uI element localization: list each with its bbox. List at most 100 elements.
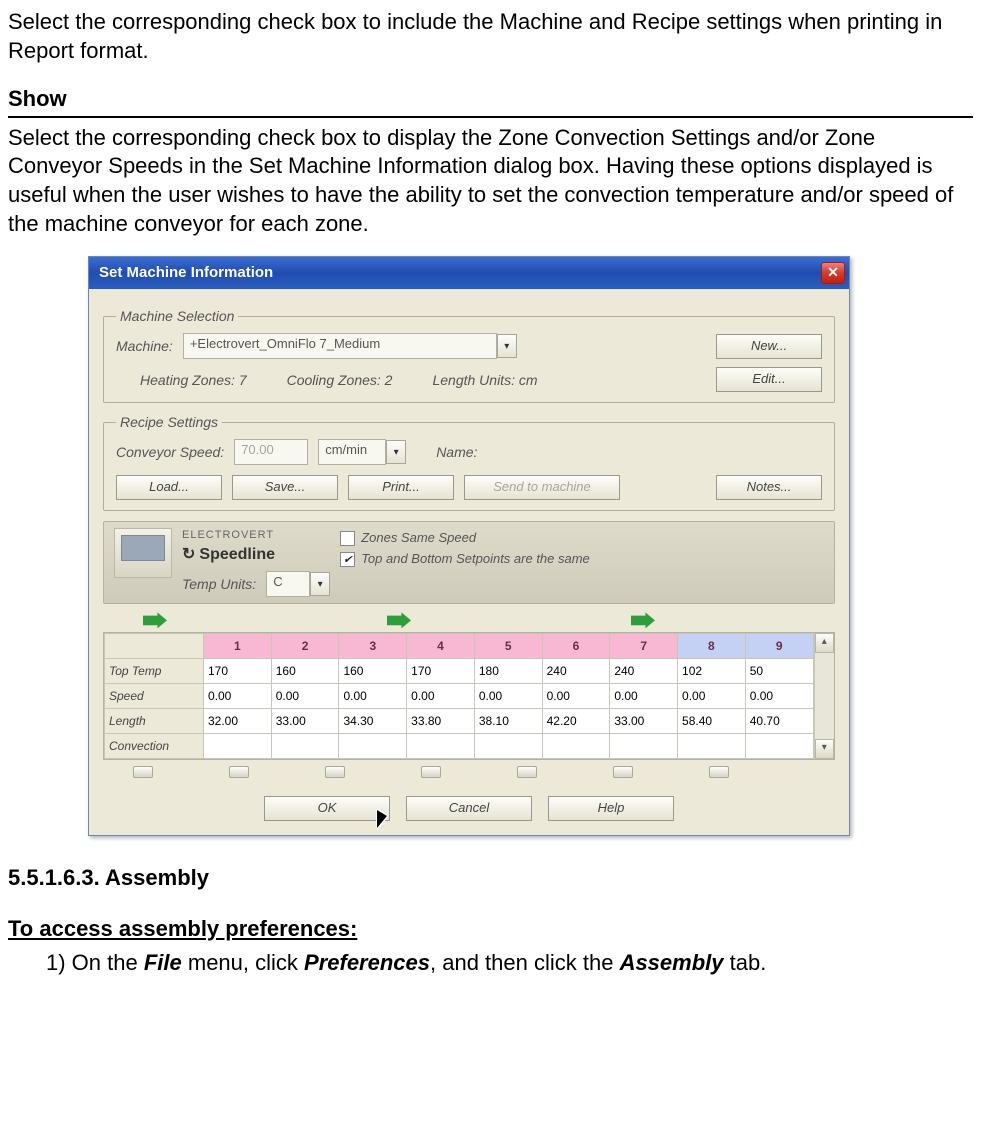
table-cell[interactable] — [204, 734, 272, 759]
checkbox-icon[interactable] — [340, 531, 355, 546]
slider-knob[interactable] — [133, 766, 153, 778]
table-row: Convection — [105, 734, 814, 759]
table-cell[interactable]: 38.10 — [474, 709, 542, 734]
col-header: 6 — [542, 634, 610, 659]
table-cell[interactable]: 170 — [407, 659, 475, 684]
table-cell[interactable] — [407, 734, 475, 759]
vertical-scrollbar[interactable]: ▴ ▾ — [814, 633, 834, 759]
table-cell[interactable]: 0.00 — [610, 684, 678, 709]
slider-knob[interactable] — [229, 766, 249, 778]
print-button[interactable]: Print... — [348, 475, 454, 500]
mouse-cursor-icon — [377, 810, 393, 830]
edit-button[interactable]: Edit... — [716, 367, 822, 392]
table-cell[interactable]: 58.40 — [678, 709, 746, 734]
access-assembly-subheading: To access assembly preferences: — [8, 915, 973, 944]
table-cell[interactable]: 0.00 — [407, 684, 475, 709]
col-header: 9 — [745, 634, 813, 659]
table-corner — [105, 634, 204, 659]
chevron-down-icon[interactable]: ▾ — [497, 334, 517, 358]
zone-slider-knobs — [103, 760, 835, 782]
notes-button[interactable]: Notes... — [716, 475, 822, 500]
conveyor-speed-input[interactable]: 70.00 — [234, 439, 308, 465]
table-cell[interactable]: 160 — [339, 659, 407, 684]
show-paragraph: Select the corresponding check box to di… — [8, 124, 973, 238]
dialog-title: Set Machine Information — [99, 263, 273, 283]
set-machine-information-dialog: Set Machine Information ✕ Machine Select… — [88, 256, 850, 836]
table-cell[interactable]: 33.80 — [407, 709, 475, 734]
same-setpoints-checkbox[interactable]: ✔ Top and Bottom Setpoints are the same — [340, 551, 824, 568]
table-cell[interactable]: 0.00 — [339, 684, 407, 709]
table-cell[interactable] — [474, 734, 542, 759]
table-cell[interactable]: 0.00 — [204, 684, 272, 709]
table-cell[interactable]: 240 — [542, 659, 610, 684]
table-row: Length 32.00 33.00 34.30 33.80 38.10 42.… — [105, 709, 814, 734]
table-header-row: 1 2 3 4 5 6 7 8 9 — [105, 634, 814, 659]
col-header: 1 — [204, 634, 272, 659]
col-header: 8 — [678, 634, 746, 659]
slider-knob[interactable] — [325, 766, 345, 778]
table-row: Speed 0.00 0.00 0.00 0.00 0.00 0.00 0.00… — [105, 684, 814, 709]
row-header: Convection — [105, 734, 204, 759]
cancel-button[interactable]: Cancel — [406, 796, 532, 821]
table-cell[interactable]: 0.00 — [474, 684, 542, 709]
table-cell[interactable] — [542, 734, 610, 759]
new-button[interactable]: New... — [716, 334, 822, 359]
table-cell[interactable] — [745, 734, 813, 759]
temp-units-combo[interactable]: C — [266, 571, 310, 597]
table-cell[interactable]: 33.00 — [271, 709, 339, 734]
brand-main-label: ↻Speedline — [182, 545, 330, 566]
table-cell[interactable]: 0.00 — [271, 684, 339, 709]
table-cell[interactable]: 32.00 — [204, 709, 272, 734]
scroll-up-icon[interactable]: ▴ — [815, 633, 834, 653]
slider-knob[interactable] — [613, 766, 633, 778]
machine-selection-group: Machine Selection Machine: +Electrovert_… — [103, 307, 835, 403]
zone-table: 1 2 3 4 5 6 7 8 9 Top Temp 170 160 — [104, 633, 814, 759]
table-cell[interactable]: 0.00 — [678, 684, 746, 709]
table-cell[interactable]: 240 — [610, 659, 678, 684]
flow-arrows — [103, 604, 835, 632]
table-cell[interactable]: 42.20 — [542, 709, 610, 734]
titlebar: Set Machine Information ✕ — [89, 257, 849, 289]
table-cell[interactable]: 50 — [745, 659, 813, 684]
checkbox-icon[interactable]: ✔ — [340, 552, 355, 567]
table-cell[interactable] — [339, 734, 407, 759]
table-cell[interactable]: 160 — [271, 659, 339, 684]
ok-button[interactable]: OK — [264, 796, 390, 821]
send-to-machine-button[interactable]: Send to machine — [464, 475, 620, 500]
zone-table-wrap: 1 2 3 4 5 6 7 8 9 Top Temp 170 160 — [103, 632, 835, 760]
help-button[interactable]: Help — [548, 796, 674, 821]
heating-zones-label: Heating Zones: 7 — [140, 371, 247, 389]
table-cell[interactable]: 102 — [678, 659, 746, 684]
slider-knob[interactable] — [709, 766, 729, 778]
table-cell[interactable]: 33.00 — [610, 709, 678, 734]
recipe-settings-group: Recipe Settings Conveyor Speed: 70.00 cm… — [103, 413, 835, 511]
scroll-down-icon[interactable]: ▾ — [815, 739, 834, 759]
table-cell[interactable] — [271, 734, 339, 759]
table-cell[interactable] — [678, 734, 746, 759]
row-header: Speed — [105, 684, 204, 709]
slider-knob[interactable] — [421, 766, 441, 778]
table-cell[interactable] — [610, 734, 678, 759]
close-icon[interactable]: ✕ — [821, 262, 845, 284]
save-button[interactable]: Save... — [232, 475, 338, 500]
col-header: 4 — [407, 634, 475, 659]
machine-brand-panel: ELECTROVERT ↻Speedline Temp Units: C ▾ Z… — [103, 521, 835, 604]
table-cell[interactable]: 34.30 — [339, 709, 407, 734]
chevron-down-icon[interactable]: ▾ — [386, 440, 406, 464]
table-cell[interactable]: 0.00 — [745, 684, 813, 709]
table-cell[interactable]: 180 — [474, 659, 542, 684]
load-button[interactable]: Load... — [116, 475, 222, 500]
recipe-name-label: Name: — [436, 443, 477, 461]
table-cell[interactable]: 40.70 — [745, 709, 813, 734]
arrow-right-icon — [143, 612, 167, 628]
slider-knob[interactable] — [517, 766, 537, 778]
machine-combo[interactable]: +Electrovert_OmniFlo 7_Medium — [183, 333, 497, 359]
table-cell[interactable]: 0.00 — [542, 684, 610, 709]
zones-same-speed-checkbox[interactable]: Zones Same Speed — [340, 530, 824, 547]
refresh-icon: ↻ — [182, 545, 195, 566]
table-cell[interactable]: 170 — [204, 659, 272, 684]
speed-unit-combo[interactable]: cm/min — [318, 439, 386, 465]
chevron-down-icon[interactable]: ▾ — [310, 572, 330, 596]
col-header: 3 — [339, 634, 407, 659]
recipe-settings-legend: Recipe Settings — [116, 413, 222, 431]
